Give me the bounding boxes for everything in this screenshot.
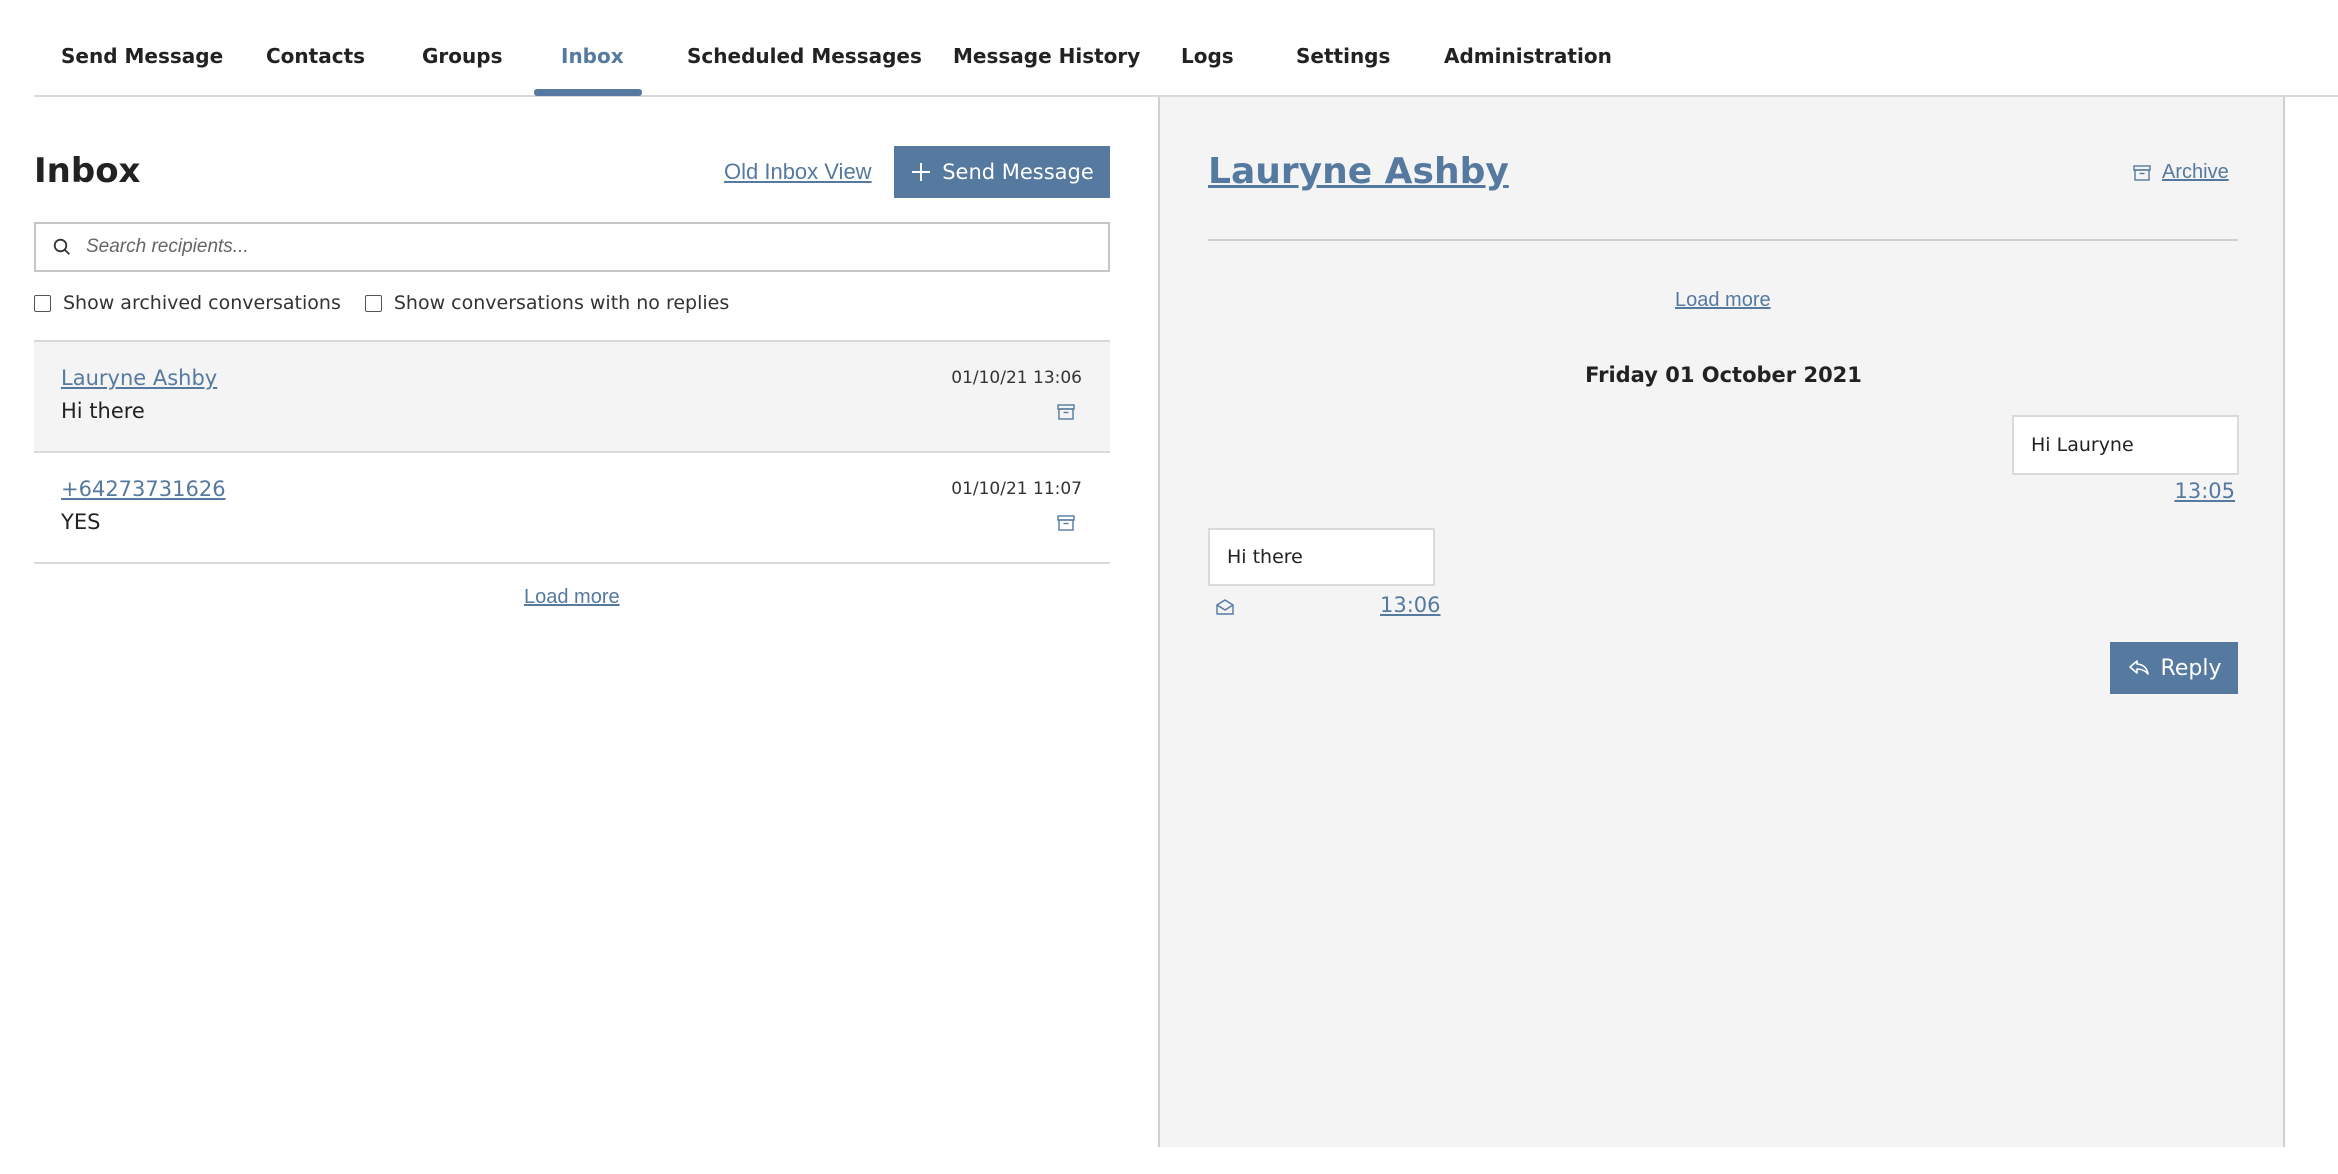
- show-archived-checkbox[interactable]: [34, 294, 51, 312]
- outgoing-message-time[interactable]: 13:05: [2174, 479, 2235, 503]
- old-inbox-view-link[interactable]: Old Inbox View: [724, 159, 872, 185]
- tab-administration[interactable]: Administration: [1444, 44, 1612, 68]
- conversation-panel: Lauryne Ashby Archive Load more Friday 0…: [1158, 97, 2285, 1147]
- page-title: Inbox: [34, 151, 141, 191]
- tab-settings[interactable]: Settings: [1296, 44, 1390, 68]
- show-no-replies-checkbox[interactable]: [364, 294, 382, 312]
- conversation-list: Lauryne Ashby Hi there 01/10/21 13:06 +6…: [34, 340, 1110, 564]
- tab-message-history[interactable]: Message History: [953, 44, 1140, 68]
- tab-contacts[interactable]: Contacts: [266, 44, 365, 68]
- conversation-timestamp: 01/10/21 11:07: [951, 479, 1082, 499]
- conversation-item[interactable]: Lauryne Ashby Hi there 01/10/21 13:06: [34, 342, 1110, 453]
- conversation-preview: YES: [61, 510, 101, 534]
- search-box: [34, 222, 1110, 272]
- load-more-messages-link[interactable]: Load more: [1675, 289, 1771, 312]
- outgoing-message-bubble: Hi Lauryne: [2012, 415, 2239, 475]
- send-message-button[interactable]: Send Message: [894, 146, 1110, 198]
- search-input[interactable]: [86, 224, 1108, 270]
- tab-logs[interactable]: Logs: [1181, 44, 1234, 68]
- show-no-replies-label: Show conversations with no replies: [393, 292, 730, 314]
- conversation-contact-link[interactable]: +64273731626: [61, 477, 226, 501]
- tab-inbox[interactable]: Inbox: [561, 44, 624, 68]
- show-no-replies-filter[interactable]: Show conversations with no replies: [364, 292, 730, 314]
- reply-arrow-icon: [2128, 660, 2149, 675]
- tab-scheduled-messages[interactable]: Scheduled Messages: [687, 44, 922, 68]
- date-heading: Friday 01 October 2021: [1585, 363, 1862, 387]
- header-divider: [1208, 239, 2238, 241]
- show-archived-label: Show archived conversations: [63, 292, 341, 314]
- reply-button-label: Reply: [2160, 655, 2222, 681]
- conversation-preview: Hi there: [61, 399, 145, 423]
- incoming-message-time[interactable]: 13:06: [1380, 593, 1441, 617]
- tab-groups[interactable]: Groups: [422, 44, 502, 68]
- archive-icon[interactable]: [1056, 402, 1076, 422]
- load-more-conversations-link[interactable]: Load more: [524, 586, 620, 609]
- show-archived-filter[interactable]: Show archived conversations: [34, 292, 341, 314]
- archive-label: Archive: [2162, 161, 2229, 183]
- incoming-message-bubble: Hi there: [1208, 528, 1435, 586]
- reply-button[interactable]: Reply: [2110, 642, 2238, 694]
- top-navigation: Send Message Contacts Groups Inbox Sched…: [34, 0, 2338, 97]
- conversation-contact-name[interactable]: Lauryne Ashby: [1208, 151, 1509, 192]
- active-tab-indicator: [534, 89, 642, 96]
- archive-conversation-button[interactable]: Archive: [2132, 161, 2229, 184]
- conversation-timestamp: 01/10/21 13:06: [951, 368, 1082, 388]
- plus-icon: [912, 163, 931, 181]
- archive-icon[interactable]: [1056, 513, 1076, 533]
- tab-send-message[interactable]: Send Message: [61, 44, 223, 68]
- conversation-item[interactable]: +64273731626 YES 01/10/21 11:07: [34, 453, 1110, 564]
- conversation-contact-link[interactable]: Lauryne Ashby: [61, 366, 217, 390]
- archive-icon: [2133, 164, 2151, 181]
- send-message-button-label: Send Message: [942, 160, 1094, 184]
- envelope-open-icon: [1216, 599, 1234, 615]
- conversation-filters: Show archived conversations Show convers…: [34, 292, 753, 314]
- search-icon: [53, 238, 70, 255]
